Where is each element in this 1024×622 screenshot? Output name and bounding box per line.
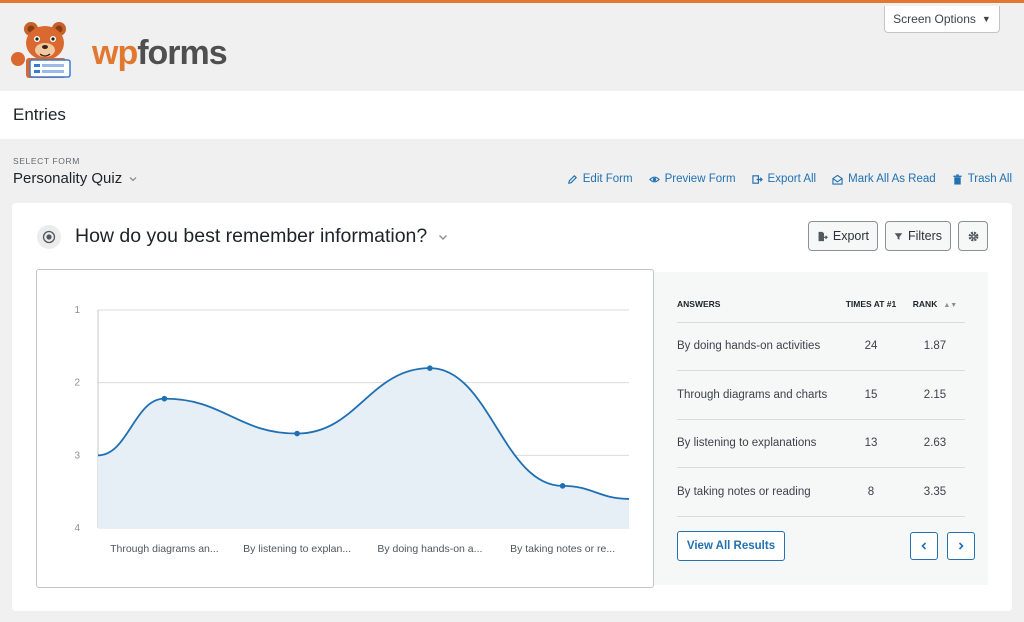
data-point [294,430,300,437]
select-form-label: SELECT FORM [13,156,80,166]
sort-icon[interactable]: ▲▼ [943,302,957,309]
mark-all-read-link[interactable]: Mark All As Read [832,173,936,185]
rank-cell: 2.63 [905,419,965,468]
data-point [161,395,168,402]
form-select-value: Personality Quiz [13,170,123,187]
chevron-down-icon [129,176,137,181]
previous-page-button[interactable] [910,532,938,560]
times-cell: 15 [837,370,905,420]
table-row: By taking notes or reading 8 3.35 [677,467,965,517]
chevron-down-icon [439,234,448,240]
series-area [98,368,629,528]
filters-label: Filters [907,229,942,243]
trash-all-link[interactable]: Trash All [952,173,1012,185]
settings-button[interactable] [958,221,988,251]
edit-form-link[interactable]: Edit Form [567,173,633,185]
answer-cell: By doing hands-on activities [677,322,837,371]
answer-cell: By listening to explanations [677,419,837,468]
times-cell: 8 [837,467,905,517]
screen-options-label: Screen Options [893,12,976,26]
chart-panel: 1 2 3 4 Through diagrams an... By listening t… [36,269,654,588]
form-select-dropdown[interactable]: Personality Quiz [13,170,138,187]
rank-header[interactable]: RANK ▲▼ [905,286,965,323]
export-file-icon [818,231,828,241]
answer-cell: By taking notes or reading [677,467,837,517]
rank-header-label: RANK [912,298,938,309]
answer-cell: Through diagrams and charts [677,370,837,420]
page-title: Entries [13,105,66,124]
data-point [427,365,433,371]
y-tick-label: 2 [74,378,80,389]
times-header: TIMES AT #1 [837,286,905,323]
chevron-left-icon [921,542,927,550]
times-header-label: TIMES AT #1 [845,298,897,309]
x-tick-label: By doing hands-on a... [377,543,482,555]
results-table: ANSWERS TIMES AT #1 RANK ▲▼ By doing hand… [677,286,965,517]
y-tick-label: 3 [74,450,80,461]
question-card: How do you best remember information? Ex… [12,203,1012,611]
x-tick-label: By taking notes or re... [510,543,615,555]
screen-options-button[interactable]: Screen Options ▼ [884,6,1000,33]
view-all-results-button[interactable]: View All Results [677,531,785,561]
gear-icon [968,231,978,241]
export-all-link[interactable]: Export All [751,173,817,185]
next-page-button[interactable] [947,532,975,560]
caret-down-icon: ▼ [981,14,991,24]
times-cell: 24 [837,322,905,371]
page-title-bar: Entries [0,91,1024,139]
x-tick-label: By listening to explan... [243,543,351,555]
y-tick-label: 4 [74,523,80,534]
chevron-right-icon [958,542,964,550]
rank-cell: 2.15 [905,370,965,420]
results-header-row: ANSWERS TIMES AT #1 RANK ▲▼ [677,286,965,323]
eye-icon [648,176,660,182]
preview-form-link[interactable]: Preview Form [648,173,736,185]
table-row: By doing hands-on activities 24 1.87 [677,322,965,371]
table-row: By listening to explanations 13 2.63 [677,419,965,468]
answers-header: ANSWERS [677,286,837,323]
wpforms-logo[interactable]: wpforms [10,17,228,79]
area-chart: 1 2 3 4 Through diagrams an... By listening t… [74,305,630,555]
mark-all-read-label: Mark All As Read [848,173,936,185]
logo-wp: wp [92,34,138,72]
header: wpforms Screen Options ▼ [0,3,1024,91]
export-icon [751,174,763,184]
question-title: How do you best remember information? [75,225,428,247]
logo-forms: forms [137,34,227,72]
radio-icon [42,230,56,244]
pencil-icon [567,174,577,184]
x-tick-label: Through diagrams an... [110,543,219,555]
rank-cell: 3.35 [905,467,965,517]
answers-header-label: ANSWERS [677,298,721,309]
logo-wordmark: wpforms [92,34,228,73]
preview-form-label: Preview Form [664,173,736,185]
form-actions: Edit Form Preview Form Export All Mark A… [567,173,1012,185]
table-row: Through diagrams and charts 15 2.15 [677,370,965,420]
filter-icon [894,232,903,240]
edit-form-label: Edit Form [582,173,633,185]
trash-icon [953,173,962,185]
filters-button[interactable]: Filters [885,221,951,251]
data-point [559,483,566,489]
export-label: Export [832,229,869,243]
bear-mascot-icon [11,22,71,78]
envelope-open-icon [832,174,843,185]
results-panel: ANSWERS TIMES AT #1 RANK ▲▼ By doing hand… [654,272,988,585]
question-title-dropdown[interactable]: How do you best remember information? [75,225,449,248]
times-cell: 13 [837,419,905,468]
y-tick-label: 1 [74,305,80,316]
export-button[interactable]: Export [808,221,878,251]
trash-all-label: Trash All [967,173,1012,185]
rank-cell: 1.87 [905,322,965,371]
question-type-icon [37,225,61,249]
export-all-label: Export All [767,173,817,185]
